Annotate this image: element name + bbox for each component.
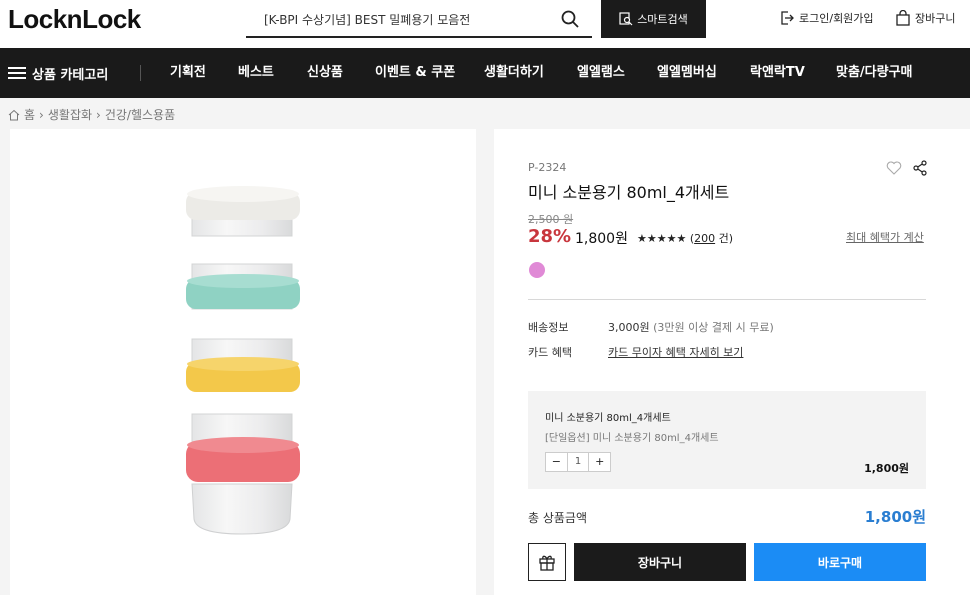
- card-benefit-label: 카드 혜택: [528, 346, 572, 359]
- nav-item-new[interactable]: 신상품: [307, 48, 343, 98]
- search-input[interactable]: [264, 8, 554, 30]
- hamburger-icon: [8, 67, 26, 79]
- nav-item-exhibition[interactable]: 기획전: [170, 48, 206, 98]
- nav-item-ll-lab[interactable]: 엘엘램스: [577, 48, 625, 98]
- breadcrumb-home[interactable]: 홈: [24, 106, 35, 123]
- lid-coral: [186, 437, 300, 482]
- shipping-note: (3만원 이상 결제 시 무료): [653, 321, 774, 334]
- nav-divider: [140, 65, 141, 81]
- product-info-panel: P-2324 미니 소분용기 80ml_4개세트 2,500 원 28% 1,8…: [494, 129, 970, 595]
- share-icon[interactable]: [912, 160, 928, 176]
- smart-search-icon: [619, 12, 633, 26]
- max-benefit-link[interactable]: 최대 혜택가 계산: [846, 229, 924, 245]
- add-to-cart-button[interactable]: 장바구니: [574, 543, 746, 581]
- breadcrumb-category[interactable]: 생활잡화: [48, 106, 92, 123]
- search-icon[interactable]: [560, 9, 580, 29]
- card-benefit-info: 카드 무이자 혜택 자세히 보기: [608, 344, 743, 360]
- category-menu-button[interactable]: 상품 카테고리: [8, 48, 108, 98]
- chevron-right-icon: ›: [39, 107, 44, 122]
- nav-item-life-plus[interactable]: 생활더하기: [484, 48, 544, 98]
- shipping-info: 3,000원 (3만원 이상 결제 시 무료): [608, 319, 774, 335]
- product-image-panel: [10, 129, 476, 595]
- nav-item-membership[interactable]: 엘엘멤버십: [657, 48, 717, 98]
- lid-white: [186, 186, 300, 220]
- nav-item-bulk-order[interactable]: 맞춤/다량구매: [836, 48, 913, 98]
- quantity-input[interactable]: 1: [566, 453, 590, 471]
- total-price: 1,800원: [864, 508, 926, 526]
- nav-item-event-coupon[interactable]: 이벤트 & 쿠폰: [375, 48, 455, 98]
- product-title: 미니 소분용기 80ml_4개세트: [528, 183, 730, 202]
- option-name: 미니 소분용기 80ml_4개세트: [545, 413, 671, 424]
- lid-mint: [186, 274, 300, 309]
- smart-search-button[interactable]: 스마트검색: [601, 0, 706, 38]
- cart-label: 장바구니: [915, 12, 956, 25]
- main-nav: 상품 카테고리 기획전 베스트 신상품 이벤트 & 쿠폰 생활더하기 엘엘램스 …: [0, 48, 970, 98]
- divider: [528, 299, 926, 300]
- login-link[interactable]: 로그인/회원가입: [779, 10, 874, 26]
- option-detail: [단일옵션] 미니 소분용기 80ml_4개세트: [545, 433, 719, 444]
- login-icon: [781, 11, 794, 25]
- selected-option-box: 미니 소분용기 80ml_4개세트 [단일옵션] 미니 소분용기 80ml_4개…: [528, 391, 926, 489]
- shipping-fee: 3,000원: [608, 321, 650, 334]
- nav-item-locknlock-tv[interactable]: 락앤락TV: [750, 48, 805, 98]
- review-close: 건): [715, 232, 734, 245]
- home-icon[interactable]: [8, 109, 20, 121]
- heart-icon[interactable]: [886, 160, 902, 176]
- sale-price: 1,800원: [575, 231, 628, 247]
- increase-button[interactable]: +: [589, 453, 610, 471]
- color-swatch[interactable]: [529, 262, 545, 278]
- logo[interactable]: LocknLock: [8, 4, 141, 35]
- product-image[interactable]: [10, 129, 476, 595]
- card-benefit-link[interactable]: 카드 무이자 혜택 자세히 보기: [608, 346, 743, 359]
- breadcrumb-subcategory[interactable]: 건강/헬스용품: [105, 106, 175, 123]
- login-label: 로그인/회원가입: [799, 12, 874, 25]
- top-header: LocknLock 스마트검색 로그인/회원가입 장바구니: [0, 0, 970, 48]
- nav-item-best[interactable]: 베스트: [238, 48, 274, 98]
- smart-search-label: 스마트검색: [637, 13, 688, 26]
- shopping-bag-icon: [896, 10, 910, 26]
- original-price: 2,500 원: [528, 213, 574, 226]
- chevron-right-icon: ›: [96, 107, 101, 122]
- lid-yellow: [186, 357, 300, 392]
- rating[interactable]: ★★★★★ (200 건): [637, 230, 733, 246]
- gift-icon: [539, 555, 555, 571]
- buy-now-button[interactable]: 바로구매: [754, 543, 926, 581]
- quantity-stepper: − 1 +: [545, 452, 611, 472]
- decrease-button[interactable]: −: [546, 453, 567, 471]
- breadcrumb: 홈 › 생활잡화 › 건강/헬스용품: [8, 106, 175, 123]
- shipping-label: 배송정보: [528, 321, 569, 334]
- option-price: 1,800원: [864, 462, 909, 475]
- cart-link[interactable]: 장바구니: [895, 10, 955, 26]
- discount-rate: 28%: [528, 226, 572, 247]
- search-bar: [246, 2, 592, 38]
- gift-button[interactable]: [528, 543, 566, 581]
- review-count[interactable]: 200: [694, 232, 715, 245]
- product-code: P-2324: [528, 161, 567, 174]
- star-rating: ★★★★★: [637, 232, 687, 245]
- category-label: 상품 카테고리: [32, 67, 109, 83]
- total-label: 총 상품금액: [528, 511, 588, 525]
